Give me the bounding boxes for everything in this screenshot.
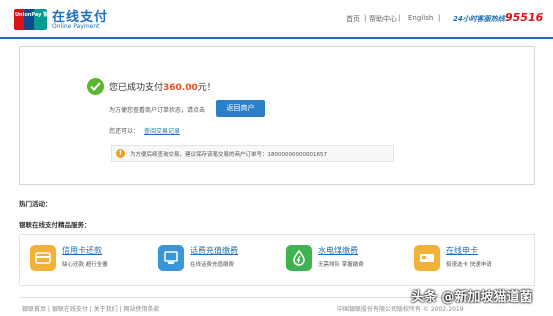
watermark-text: 头条 @新加坡猫道菌 (411, 290, 533, 305)
hotline-label: 24小时客服热线 (453, 15, 505, 23)
order-number-notice: ! 为方便后续查询交易，建议保存该笔交易的商户订单号：1800000000000… (111, 145, 394, 162)
card-apply-icon (414, 245, 440, 271)
service-subtitle: 无需排队 掌握缴费 (318, 262, 364, 268)
service-card-apply[interactable]: 在线申卡 极速选卡 快速申请 (404, 235, 532, 285)
utility-icon (286, 245, 312, 271)
success-prefix: 您已成功支付 (109, 83, 164, 93)
service-credit-card-repay[interactable]: 信用卡还款 缺心还款 超行全覆 (20, 235, 148, 285)
service-title[interactable]: 话费充值缴费 (190, 245, 238, 256)
nav-english-link[interactable]: English (408, 14, 433, 22)
brand-subtitle: Online Payment (52, 23, 100, 30)
service-phone-topup[interactable]: 话费充值缴费 在线话费充值缴费 (148, 235, 276, 285)
top-header: UnionPay 银联 在线支付 Online Payment 首页 | 帮助中… (0, 0, 553, 39)
return-to-merchant-button[interactable]: 返回商户 (216, 100, 265, 117)
service-subtitle: 缺心还款 超行全覆 (62, 262, 108, 268)
hot-activities-label: 热门活动： (19, 200, 52, 208)
success-message: 您已成功支付360.00元！ (109, 80, 216, 93)
phone-icon (158, 245, 184, 271)
nav-divider: | (364, 14, 367, 22)
nav-divider: | (438, 14, 441, 22)
hotline-number: 95516 (505, 11, 544, 24)
featured-services: 信用卡还款 缺心还款 超行全覆 话费充值缴费 在线话费充值缴费 水电煤缴费 无需… (19, 234, 535, 286)
view-prefix: 您还可以： (109, 128, 140, 135)
service-title[interactable]: 信用卡还款 (62, 245, 102, 256)
footer-copyright: 中国银联股份有限公司版权所有 © 2002-2019 (337, 306, 464, 313)
nav-home-link[interactable]: 首页 (346, 14, 360, 24)
transaction-record-link[interactable]: 查阅交易记录 (144, 126, 180, 135)
payment-result-panel: 您已成功支付360.00元！ 为方便您查看商户订单状态，请点击 返回商户 您还可… (19, 46, 535, 185)
logo-text: UnionPay 银联 (15, 12, 54, 18)
service-utility-payment[interactable]: 水电煤缴费 无需排队 掌握缴费 (276, 235, 404, 285)
featured-services-title: 银联在线支付精品服务： (19, 221, 91, 229)
footer-links[interactable]: 银联首页 | 银联在线支付 | 关于我们 | 网站使用条款 (22, 304, 160, 313)
service-subtitle: 在线话费充值缴费 (190, 262, 235, 268)
credit-card-icon (30, 245, 56, 271)
warning-icon: ! (116, 149, 125, 158)
service-title[interactable]: 在线申卡 (446, 245, 478, 256)
return-hint: 为方便您查看商户订单状态，请点击 (109, 107, 206, 114)
notice-text: 为方便后续查询交易，建议保存该笔交易的商户订单号：180000000000016… (130, 152, 327, 158)
service-title[interactable]: 水电煤缴费 (318, 245, 358, 256)
success-check-icon (87, 78, 104, 95)
nav-divider: | (398, 14, 401, 22)
nav-help-link[interactable]: 帮助中心 (369, 14, 397, 24)
success-suffix: 元！ (197, 83, 216, 93)
service-subtitle: 极速选卡 快速申请 (446, 262, 492, 268)
paid-amount: 360.00 (163, 83, 198, 93)
unionpay-logo[interactable]: UnionPay 银联 (14, 9, 53, 30)
